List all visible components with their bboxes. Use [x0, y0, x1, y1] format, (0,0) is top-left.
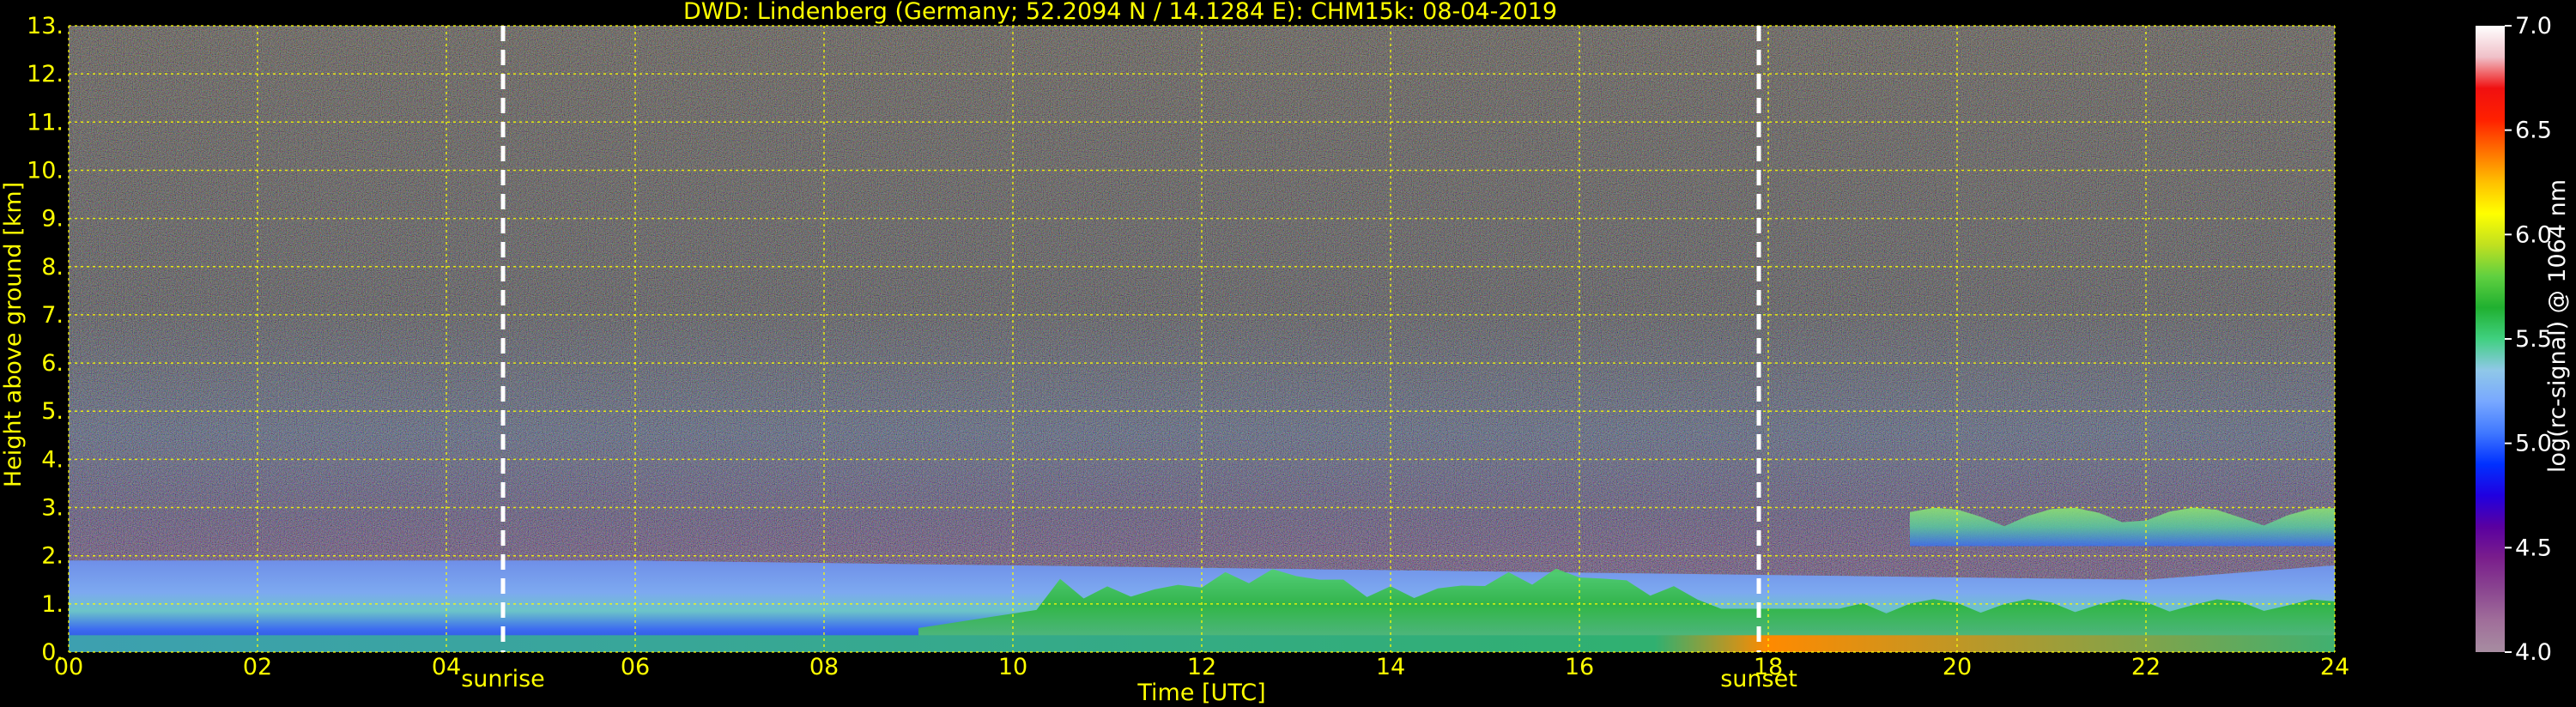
colorbar-scale	[2476, 26, 2505, 652]
y-axis-label: Height above ground [km]	[0, 182, 27, 487]
x-tick-label: 18	[1754, 654, 1783, 680]
y-tick-label: 11.	[27, 109, 64, 136]
y-tick-label: 4.	[41, 446, 64, 473]
x-axis-label: Time [UTC]	[1136, 680, 1265, 706]
y-tick-label: 10.	[27, 157, 64, 184]
colorbar-tick-label: 4.0	[2515, 639, 2552, 666]
x-tick-label: 20	[1943, 654, 1972, 680]
y-tick-label: 0.	[41, 639, 64, 666]
y-tick-label: 5.	[41, 398, 64, 425]
y-tick-label: 3.	[41, 495, 64, 522]
y-tick-label: 2.	[41, 543, 64, 570]
x-tick-label: 12	[1187, 654, 1216, 680]
y-tick-label: 6.	[41, 350, 64, 377]
x-axis-ticks: 00 02 04 06 08 10 12 14 16 18 20 22 24	[54, 654, 2349, 680]
x-tick-label: 08	[809, 654, 839, 680]
lidar-chart: sunrise sunset 00 02 04 06 08 10 12 14 16 18 20 22 24…	[0, 0, 2571, 706]
plot-area: sunrise sunset	[68, 25, 2336, 692]
y-axis-ticks: 0. 1. 2. 3. 4. 5. 6. 7. 8. 9. 10. 11. 12. 13.	[27, 13, 64, 666]
x-tick-label: 22	[2131, 654, 2161, 680]
y-tick-label: 1.	[41, 591, 64, 618]
x-tick-label: 02	[243, 654, 272, 680]
y-tick-label: 13.	[27, 13, 64, 39]
colorbar-tick-label: 7.0	[2515, 13, 2552, 39]
x-tick-label: 06	[621, 654, 650, 680]
colorbar-tick-label: 6.5	[2515, 118, 2552, 144]
colorbar-label: log(rc-signal) @ 1064 nm	[2544, 179, 2571, 473]
x-tick-label: 10	[998, 654, 1027, 680]
sunrise-label: sunrise	[461, 666, 545, 692]
y-tick-label: 8.	[41, 254, 64, 281]
x-tick-label: 16	[1565, 654, 1594, 680]
y-tick-label: 12.	[27, 61, 64, 88]
x-tick-label: 14	[1376, 654, 1405, 680]
y-tick-label: 7.	[41, 302, 64, 329]
colorbar: 4.04.55.05.56.06.57.0 log(rc-signal) @ 1…	[2476, 13, 2571, 666]
near-ground-band	[69, 635, 2335, 652]
x-tick-label: 04	[432, 654, 461, 680]
chart-title: DWD: Lindenberg (Germany; 52.2094 N / 14…	[683, 0, 1557, 25]
colorbar-tick-label: 4.5	[2515, 535, 2552, 561]
y-tick-label: 9.	[41, 206, 64, 233]
x-tick-label: 24	[2320, 654, 2349, 680]
